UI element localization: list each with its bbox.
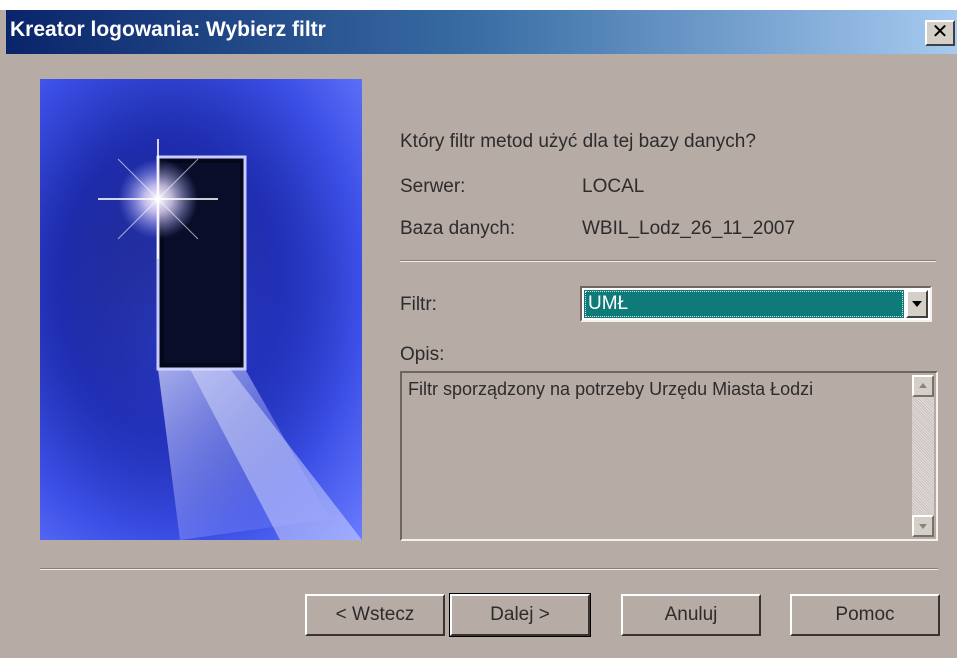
- title-bar: Kreator logowania: Wybierz filtr ✕: [6, 10, 957, 54]
- database-value: WBIL_Lodz_26_11_2007: [582, 218, 796, 239]
- next-button[interactable]: Dalej >: [449, 593, 591, 637]
- back-button[interactable]: < Wstecz: [305, 594, 445, 636]
- database-label: Baza danych:: [400, 218, 516, 239]
- description-textarea[interactable]: Filtr sporządzony na potrzeby Urzędu Mia…: [400, 371, 938, 541]
- scroll-down-icon[interactable]: [912, 515, 934, 537]
- filter-label: Filtr:: [400, 294, 437, 315]
- scroll-up-icon[interactable]: [912, 375, 934, 397]
- separator-bottom: [40, 568, 938, 570]
- description-scrollbar[interactable]: [912, 375, 934, 537]
- cancel-button[interactable]: Anuluj: [621, 594, 761, 636]
- description-label: Opis:: [400, 344, 445, 365]
- chevron-down-icon[interactable]: [906, 290, 928, 318]
- filter-selected-value[interactable]: UMŁ: [584, 290, 904, 318]
- help-button[interactable]: Pomoc: [790, 594, 940, 636]
- server-value: LOCAL: [582, 176, 645, 197]
- description-text: Filtr sporządzony na potrzeby Urzędu Mia…: [408, 379, 814, 399]
- wizard-illustration: [40, 79, 362, 540]
- close-icon: ✕: [931, 21, 949, 43]
- background-strip: [0, 0, 957, 10]
- server-label: Serwer:: [400, 176, 466, 197]
- window-title: Kreator logowania: Wybierz filtr: [10, 18, 326, 41]
- question-label: Który filtr metod użyć dla tej bazy dany…: [400, 131, 756, 152]
- filter-combobox[interactable]: UMŁ: [580, 286, 932, 322]
- door-light-illustration: [40, 109, 362, 540]
- wizard-dialog: Kreator logowania: Wybierz filtr ✕ Który…: [0, 0, 957, 658]
- close-button[interactable]: ✕: [925, 20, 955, 46]
- separator-top: [400, 260, 936, 262]
